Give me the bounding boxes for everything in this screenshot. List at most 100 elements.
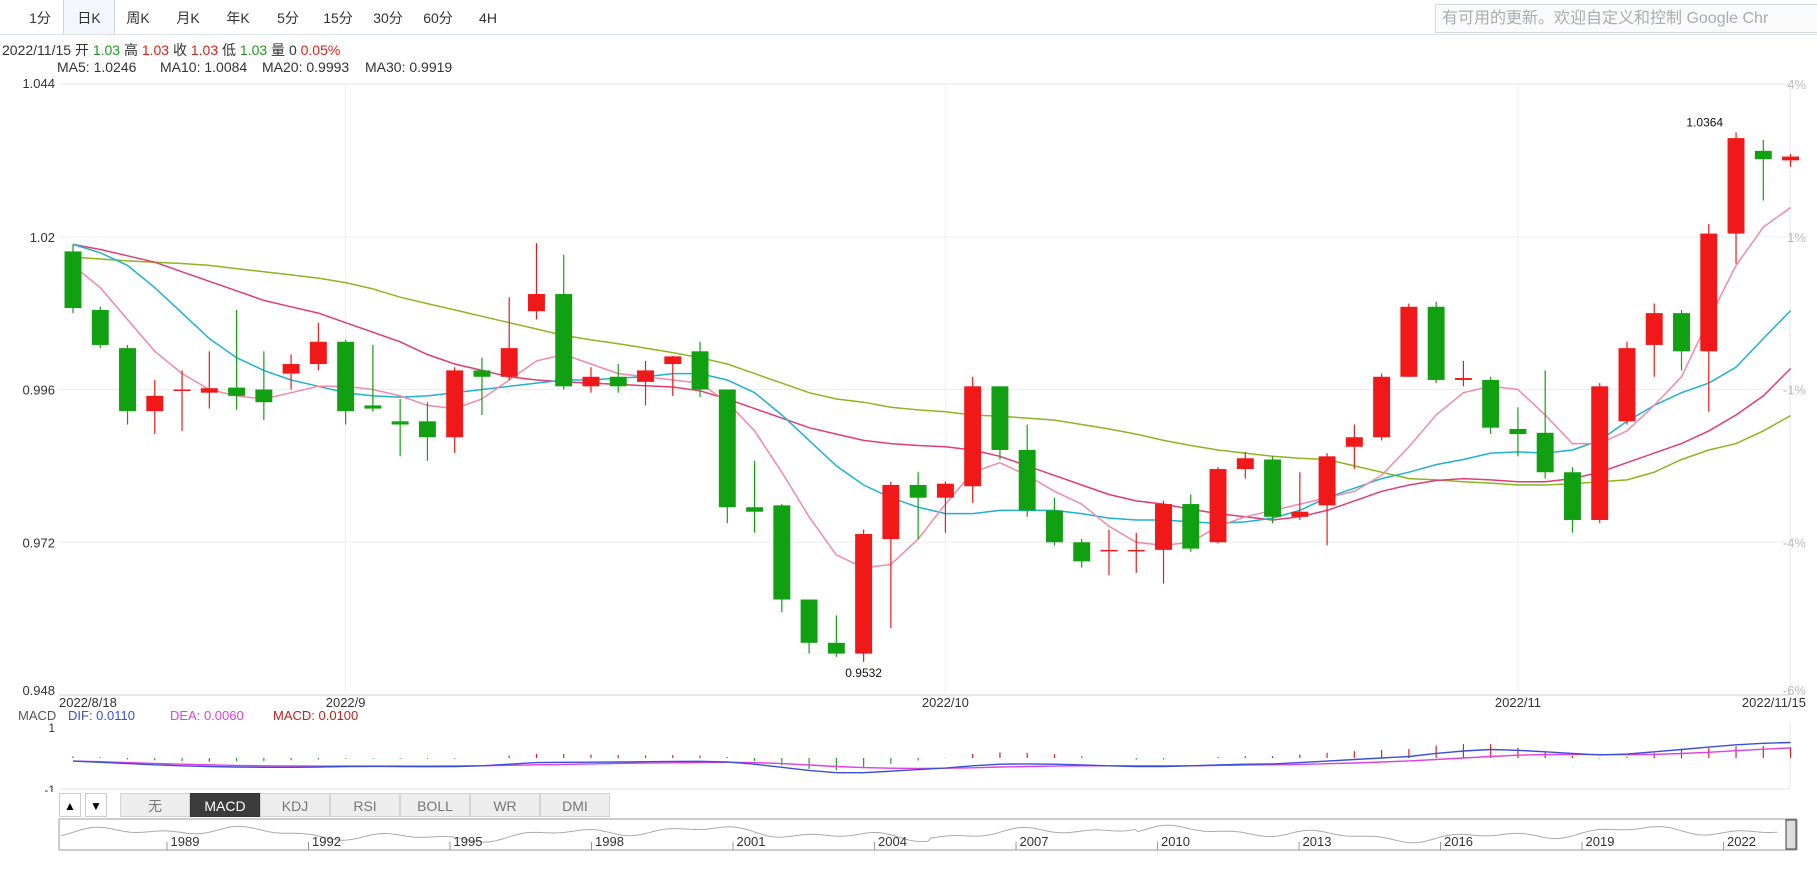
candle: [527, 243, 545, 320]
candle-body: [473, 370, 491, 377]
indicator-button-6[interactable]: DMI: [540, 793, 610, 817]
candle-body: [1618, 348, 1636, 422]
candle: [827, 615, 845, 657]
candle-body: [527, 294, 545, 312]
candle: [1236, 451, 1254, 479]
candle: [1182, 494, 1200, 552]
navigator-year-label: 1998: [595, 834, 624, 849]
candle: [500, 297, 518, 380]
tab-9[interactable]: 4H: [463, 0, 513, 34]
candle-body: [718, 389, 736, 508]
navigator-year-label: 2016: [1444, 834, 1473, 849]
extreme-label: 0.9532: [845, 666, 882, 680]
x-tick-label: 2022/11: [1495, 695, 1541, 710]
candle: [1209, 467, 1227, 544]
tab-4[interactable]: 年K: [213, 0, 263, 34]
candle: [1155, 500, 1172, 584]
candle-body: [1754, 150, 1772, 160]
tab-2[interactable]: 周K: [113, 0, 163, 34]
ohlc-info: 2022/11/15 开 1.03 高 1.03 收 1.03 低 1.03 量…: [2, 40, 340, 60]
candle-body: [555, 294, 573, 387]
tab-5[interactable]: 5分: [263, 0, 313, 34]
tab-1[interactable]: 日K: [63, 0, 115, 34]
candle: [1536, 370, 1554, 479]
candle-body: [1482, 379, 1500, 428]
navigator-year-label: 1989: [171, 834, 200, 849]
macd-value-legend: MACD: 0.0100: [273, 708, 359, 723]
candle: [555, 254, 573, 390]
candle: [609, 364, 627, 393]
candlestick-chart[interactable]: 1.0441.020.9960.9720.9484%1%-1%-4%-6%202…: [0, 70, 1817, 710]
candle: [473, 357, 491, 415]
candle-body: [1100, 549, 1118, 552]
close-label: 收: [172, 42, 187, 58]
candle-body: [1155, 504, 1172, 550]
candle-body: [664, 356, 682, 365]
candle: [1482, 376, 1500, 435]
candle-body: [64, 251, 82, 309]
indicator-button-2[interactable]: KDJ: [260, 793, 330, 817]
candle-body: [882, 484, 900, 540]
indicator-button-3[interactable]: RSI: [330, 793, 400, 817]
candle: [582, 367, 600, 393]
y-tick-label: 0.948: [22, 683, 55, 698]
navigator-year-label: 2010: [1161, 834, 1190, 849]
candle-body: [1127, 549, 1145, 552]
candle: [119, 344, 136, 425]
candle-body: [1073, 542, 1091, 562]
y-tick-label: 0.996: [22, 383, 55, 398]
close-value: 1.03: [190, 42, 219, 58]
candle: [964, 376, 982, 503]
candle-body: [1536, 432, 1554, 473]
candle: [800, 599, 818, 654]
candle-body: [1345, 437, 1363, 447]
open-label: 开: [74, 42, 89, 58]
candle-body: [909, 484, 927, 498]
candle: [746, 460, 764, 533]
tab-0[interactable]: 1分: [20, 0, 60, 34]
tab-8[interactable]: 60分: [413, 0, 463, 34]
indicator-button-1[interactable]: MACD: [190, 793, 260, 817]
candle: [146, 379, 164, 435]
candle-body: [827, 642, 845, 654]
candle-body: [173, 389, 191, 391]
navigator-year-label: 2004: [878, 834, 907, 849]
high-value: 1.03: [141, 42, 170, 58]
candle-body: [337, 341, 355, 412]
macd-legend-title: MACD: [18, 708, 57, 723]
indicator-button-5[interactable]: WR: [470, 793, 540, 817]
navigator-year-label: 2022: [1727, 834, 1756, 849]
candle: [446, 367, 464, 454]
candle-body: [1427, 306, 1445, 380]
indicator-button-4[interactable]: BOLL: [400, 793, 470, 817]
candle: [200, 351, 218, 409]
y-tick-label: 0.972: [22, 535, 55, 550]
candle-body: [1373, 376, 1391, 438]
candle-body: [1700, 233, 1718, 352]
candle-body: [773, 505, 791, 600]
scroll-up-button[interactable]: ▲: [59, 793, 81, 817]
candle-body: [1182, 504, 1200, 549]
volume-label: 量: [271, 42, 286, 58]
tab-7[interactable]: 30分: [363, 0, 413, 34]
candle-body: [746, 507, 764, 512]
scroll-down-button[interactable]: ▼: [85, 793, 107, 817]
dif-legend: DIF: 0.0110: [68, 708, 135, 723]
candle: [1045, 497, 1063, 546]
y-tick-label: 1.044: [22, 76, 55, 91]
candle: [173, 370, 191, 431]
low-value: 1.03: [239, 42, 268, 58]
tab-3[interactable]: 月K: [163, 0, 213, 34]
macd-chart[interactable]: 1 -1: [0, 722, 1817, 792]
candle: [1700, 224, 1718, 412]
candle-body: [364, 405, 382, 409]
time-navigator[interactable]: 1989 1992 1995 1998 2001 2004 2007 2010 2013 2016…: [0, 817, 1817, 852]
candle-body: [1645, 313, 1663, 345]
candle-body: [228, 387, 246, 396]
candle: [1727, 132, 1745, 264]
candle-body: [637, 370, 654, 382]
candle-body: [991, 386, 1009, 450]
pct-tick-label: -1%: [1783, 383, 1807, 398]
indicator-button-0[interactable]: 无: [120, 793, 190, 817]
tab-6[interactable]: 15分: [313, 0, 363, 34]
